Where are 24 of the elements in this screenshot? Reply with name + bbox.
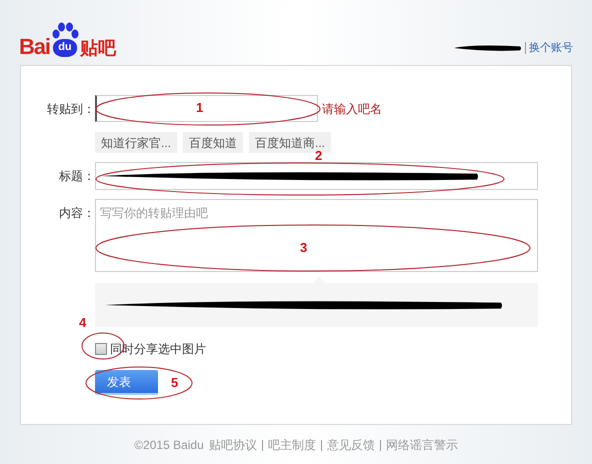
footer-link[interactable]: 网络谣言警示 [386, 436, 458, 454]
forum-tag[interactable]: 知道行家官... [95, 132, 178, 153]
footer-link[interactable]: 吧主制度 [268, 436, 316, 454]
switch-account-link[interactable]: 换个账号 [529, 40, 573, 56]
field-label: 内容： [58, 205, 95, 222]
annotation-number: 3 [300, 241, 308, 254]
field-hint: 请输入吧名 [322, 100, 382, 118]
footer-link[interactable]: 意见反馈 [326, 436, 375, 454]
annotation-number: 4 [79, 316, 86, 329]
footer-link[interactable]: 贴吧协议 [208, 436, 257, 454]
logo-text: du [53, 39, 77, 57]
paw-icon [50, 22, 80, 40]
title-field[interactable] [95, 162, 538, 190]
forum-tag[interactable]: 百度知道 [183, 132, 244, 153]
share-images-checkbox[interactable] [95, 343, 107, 355]
submit-button[interactable]: 发表 [95, 370, 158, 395]
logo-text: Bai [19, 36, 50, 58]
annotation-number: 1 [196, 101, 204, 114]
annotation-number: 5 [171, 376, 178, 389]
field-label: 转贴到： [46, 100, 95, 118]
logo-text: 贴吧 [80, 40, 116, 58]
field-label: 标题： [58, 168, 95, 185]
logo[interactable]: Bai du 贴吧 [19, 20, 116, 58]
copyright-text: ©2015 Baidu [134, 437, 204, 454]
